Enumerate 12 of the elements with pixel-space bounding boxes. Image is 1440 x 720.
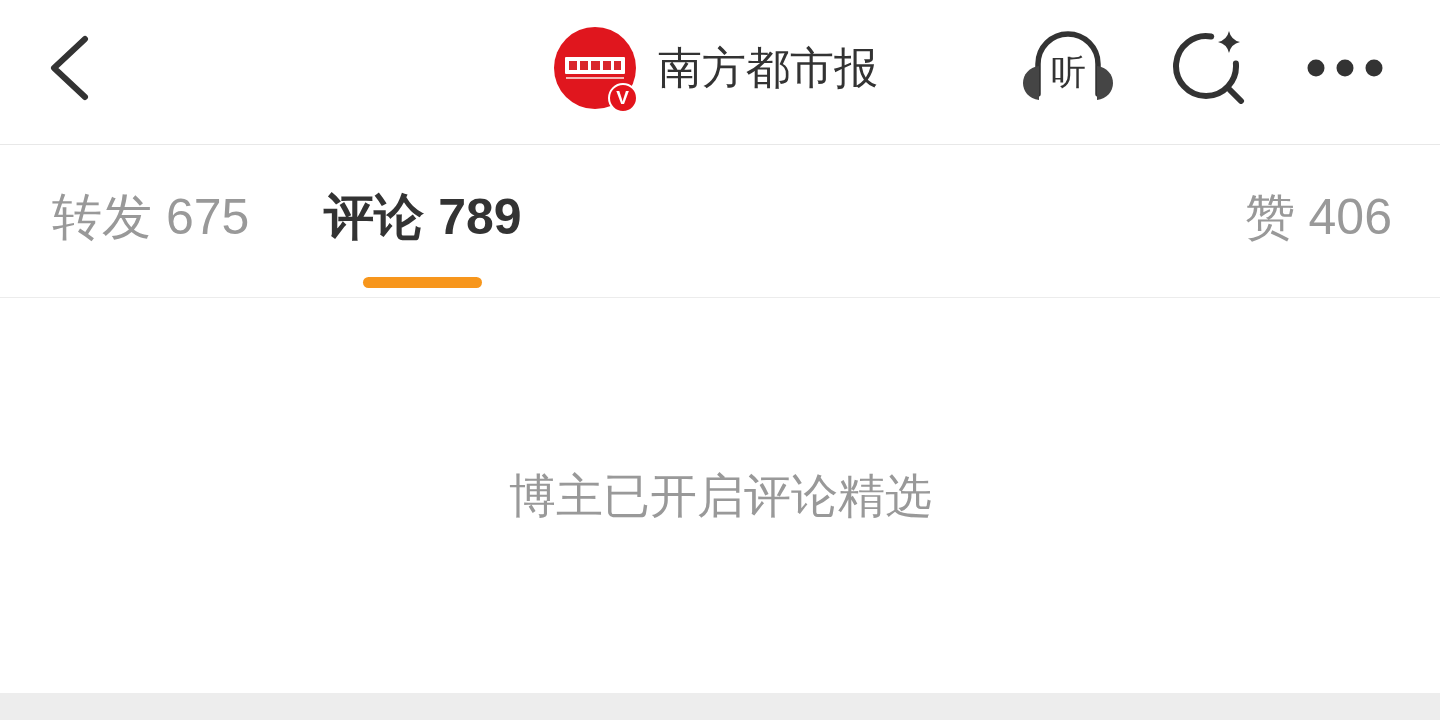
empty-state-message: 博主已开启评论精选 <box>508 467 932 524</box>
search-sparkle-icon <box>1172 30 1246 104</box>
headphones-icon <box>1022 30 1114 100</box>
more-button[interactable] <box>1307 59 1383 77</box>
back-chevron-icon <box>48 35 90 101</box>
back-button[interactable] <box>48 35 90 101</box>
account-name: 南方都市报 <box>657 42 878 94</box>
logo-avatar-icon <box>553 27 636 109</box>
more-icon <box>1307 59 1383 77</box>
tab[interactable]: 评论 789 <box>324 145 522 297</box>
search-button[interactable] <box>1172 30 1246 104</box>
listen-button[interactable]: 听 <box>1022 30 1114 100</box>
